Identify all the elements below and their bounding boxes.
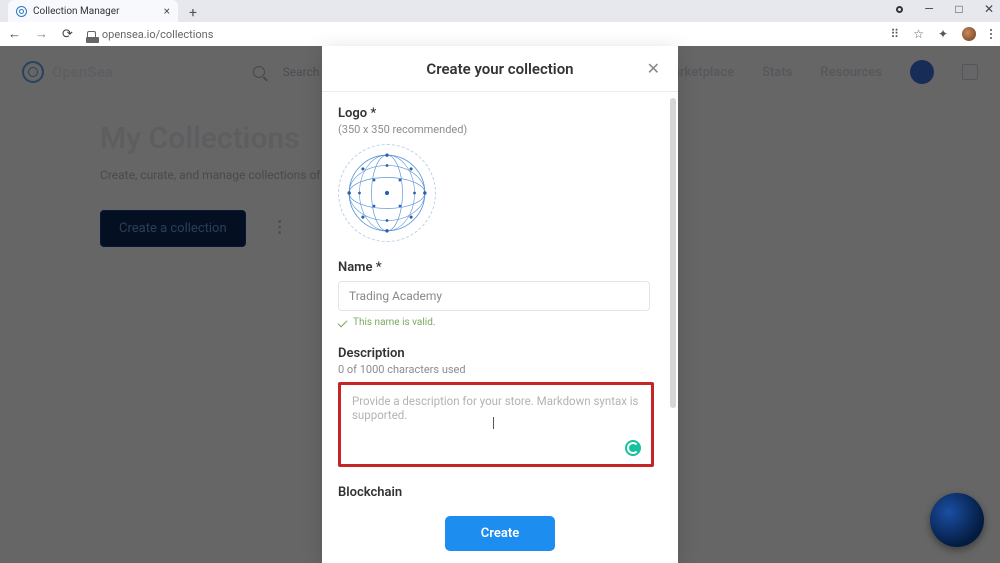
logo-hint: (350 x 350 recommended) (338, 123, 662, 136)
window-controls: — □ ✕ (892, 2, 996, 16)
close-window-icon[interactable]: ✕ (982, 2, 996, 16)
logo-upload[interactable] (338, 144, 436, 242)
browser-chrome: Collection Manager × + — □ ✕ ← → ⟳ opens… (0, 0, 1000, 46)
name-valid-message: This name is valid. (338, 317, 662, 328)
tab-favicon (16, 6, 27, 17)
blockchain-hint: Select the blockchain where you'd like n… (338, 502, 662, 503)
grammarly-icon[interactable] (625, 440, 641, 456)
address-bar: ← → ⟳ opensea.io/collections ⠿ ☆ ✦ (0, 22, 1000, 46)
page: OpenSea Search items Marketplace Stats R… (0, 46, 1000, 563)
tab-strip: Collection Manager × + — □ ✕ (0, 0, 1000, 22)
reload-icon[interactable]: ⟳ (62, 27, 73, 42)
omnibox[interactable]: opensea.io/collections (87, 28, 876, 41)
bookmark-icon[interactable]: ☆ (913, 27, 924, 41)
text-cursor-icon (493, 417, 494, 429)
name-input[interactable] (338, 281, 650, 311)
description-label: Description (338, 346, 662, 361)
maximize-icon[interactable]: □ (952, 2, 966, 16)
description-textarea[interactable] (342, 386, 650, 460)
logo-label: Logo * (338, 106, 662, 121)
description-highlight (338, 382, 654, 467)
menu-dots-icon[interactable] (990, 29, 992, 39)
modal-body: Logo * (350 x 350 recommended) (322, 92, 678, 503)
tab-title: Collection Manager (33, 6, 119, 17)
forward-icon[interactable]: → (35, 26, 48, 42)
translate-icon[interactable]: ⠿ (890, 27, 899, 41)
record-icon (892, 2, 906, 16)
url-text: opensea.io/collections (102, 28, 214, 41)
close-icon[interactable]: ✕ (647, 59, 660, 78)
extensions-icon[interactable]: ✦ (938, 27, 948, 41)
new-tab-button[interactable]: + (184, 4, 202, 22)
scrollbar-thumb[interactable] (670, 98, 676, 408)
globe-network-icon (344, 150, 430, 236)
valid-text: This name is valid. (353, 317, 436, 328)
description-counter: 0 of 1000 characters used (338, 363, 662, 376)
name-label: Name * (338, 260, 662, 275)
minimize-icon[interactable]: — (922, 2, 936, 16)
blockchain-label: Blockchain (338, 485, 662, 500)
modal-title: Create your collection (426, 60, 573, 78)
back-icon[interactable]: ← (8, 26, 21, 42)
browser-tab[interactable]: Collection Manager × (8, 0, 178, 22)
modal-footer: Create (322, 503, 678, 563)
create-button[interactable]: Create (445, 516, 555, 551)
tab-close-icon[interactable]: × (164, 4, 170, 18)
help-widget-icon[interactable] (930, 493, 984, 547)
profile-avatar-icon[interactable] (962, 27, 976, 41)
check-icon (338, 318, 348, 328)
modal-header: Create your collection ✕ (322, 46, 678, 92)
create-collection-modal: Create your collection ✕ Logo * (350 x 3… (322, 46, 678, 563)
lock-icon (87, 31, 96, 40)
